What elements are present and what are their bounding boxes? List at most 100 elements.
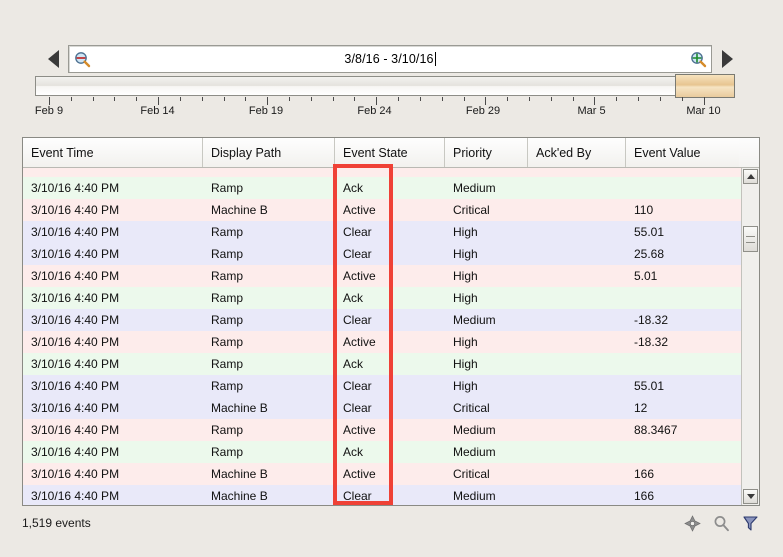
timeline-tick-minor <box>224 97 225 101</box>
table-row[interactable]: 3/10/16 4:40 PMRampClearMedium-18.32 <box>23 309 741 331</box>
search-icon[interactable] <box>711 513 731 533</box>
table-row[interactable]: 3/10/16 4:40 PMRampAckHigh <box>23 287 741 309</box>
zoom-out-button[interactable] <box>71 48 93 70</box>
timeline-tick-major <box>594 97 595 105</box>
cell-priority: Medium <box>445 181 528 195</box>
target-icon[interactable] <box>682 513 702 533</box>
event-table-body-wrapper: 3/10/16 4:40 PMRampAckMedium3/10/16 4:40… <box>23 168 759 505</box>
cell-path: Machine B <box>203 401 335 415</box>
table-row[interactable]: 3/10/16 4:40 PMMachine BActiveCritical16… <box>23 463 741 485</box>
date-range-input[interactable]: 3/8/16 - 3/10/16 <box>68 45 712 73</box>
scrollbar-grip-icon <box>746 236 755 243</box>
vertical-scrollbar[interactable] <box>741 168 759 505</box>
cell-value: 166 <box>626 467 739 481</box>
column-header-time[interactable]: Event Time <box>23 138 203 167</box>
timeline-tick-major <box>158 97 159 105</box>
timeline-tick-minor <box>420 97 421 101</box>
timeline-tick-label: Feb 24 <box>357 105 391 117</box>
cell-state: Clear <box>335 225 445 239</box>
scrollbar-thumb[interactable] <box>743 226 758 252</box>
cell-priority: Medium <box>445 423 528 437</box>
event-table-header: Event TimeDisplay PathEvent StatePriorit… <box>23 138 759 168</box>
cell-time: 3/10/16 4:40 PM <box>23 401 203 415</box>
timeline-tick-major <box>49 97 50 105</box>
timeline-tick-label: Feb 29 <box>466 105 500 117</box>
table-row[interactable]: 3/10/16 4:40 PMRampAckMedium <box>23 441 741 463</box>
timeline-tick-minor <box>682 97 683 101</box>
next-range-button[interactable] <box>719 44 735 74</box>
table-row[interactable]: 3/10/16 4:40 PMMachine BClearCritical12 <box>23 397 741 419</box>
cell-priority: High <box>445 335 528 349</box>
table-row[interactable]: 3/10/16 4:40 PMRampActiveHigh5.01 <box>23 265 741 287</box>
cell-state: Ack <box>335 357 445 371</box>
cell-time: 3/10/16 4:40 PM <box>23 269 203 283</box>
event-table-body[interactable]: 3/10/16 4:40 PMRampAckMedium3/10/16 4:40… <box>23 168 741 505</box>
zoom-in-icon <box>690 51 707 68</box>
timeline-ticks <box>35 97 735 105</box>
scroll-down-button[interactable] <box>743 489 758 504</box>
triangle-right-icon <box>722 50 733 68</box>
column-header-priority[interactable]: Priority <box>445 138 528 167</box>
cell-value: 55.01 <box>626 379 739 393</box>
column-header-path[interactable]: Display Path <box>203 138 335 167</box>
filter-funnel-icon[interactable] <box>740 513 760 533</box>
table-row-partial[interactable] <box>23 168 741 177</box>
timeline-tick-minor <box>202 97 203 101</box>
timeline-tick-minor <box>398 97 399 101</box>
cell-path: Ramp <box>203 445 335 459</box>
cell-state: Ack <box>335 445 445 459</box>
table-row[interactable]: 3/10/16 4:40 PMRampAckHigh <box>23 353 741 375</box>
cell-time: 3/10/16 4:40 PM <box>23 379 203 393</box>
column-header-value[interactable]: Event Value <box>626 138 739 167</box>
cell-time: 3/10/16 4:40 PM <box>23 335 203 349</box>
timeline-tick-minor <box>660 97 661 101</box>
timeline-tick-minor <box>551 97 552 101</box>
table-row[interactable]: 3/10/16 4:40 PMRampClearHigh25.68 <box>23 243 741 265</box>
table-row[interactable]: 3/10/16 4:40 PMRampClearHigh55.01 <box>23 221 741 243</box>
cell-value: 55.01 <box>626 225 739 239</box>
event-count-label: 1,519 events <box>22 516 91 530</box>
timeline-tick-minor <box>442 97 443 101</box>
timeline-tick-minor <box>311 97 312 101</box>
text-cursor <box>435 52 436 66</box>
cell-value: 25.68 <box>626 247 739 261</box>
table-row[interactable]: 3/10/16 4:40 PMRampClearHigh55.01 <box>23 375 741 397</box>
timeline-tick-minor <box>71 97 72 101</box>
cell-path: Ramp <box>203 357 335 371</box>
cell-path: Ramp <box>203 225 335 239</box>
zoom-in-button[interactable] <box>687 48 709 70</box>
date-range-navigator: 3/8/16 - 3/10/16 <box>45 44 735 74</box>
table-row[interactable]: 3/10/16 4:40 PMRampActiveMedium88.3467 <box>23 419 741 441</box>
cell-state: Clear <box>335 313 445 327</box>
table-row[interactable]: 3/10/16 4:40 PMRampActiveHigh-18.32 <box>23 331 741 353</box>
cell-priority: Medium <box>445 489 528 503</box>
triangle-down-icon <box>747 494 755 499</box>
cell-path: Ramp <box>203 269 335 283</box>
cell-state: Clear <box>335 401 445 415</box>
cell-priority: High <box>445 247 528 261</box>
timeline-selection-handle[interactable] <box>675 74 735 98</box>
timeline-track[interactable] <box>35 76 735 96</box>
prev-range-button[interactable] <box>45 44 61 74</box>
table-row[interactable]: 3/10/16 4:40 PMRampAckMedium <box>23 177 741 199</box>
cell-time: 3/10/16 4:40 PM <box>23 313 203 327</box>
timeline-slider[interactable]: Feb 9Feb 14Feb 19Feb 24Feb 29Mar 5Mar 10 <box>35 76 735 116</box>
cell-time: 3/10/16 4:40 PM <box>23 225 203 239</box>
date-range-text: 3/8/16 - 3/10/16 <box>344 52 433 66</box>
column-header-acked-by[interactable]: Ack'ed By <box>528 138 626 167</box>
timeline-tick-labels: Feb 9Feb 14Feb 19Feb 24Feb 29Mar 5Mar 10 <box>35 105 735 119</box>
column-header-state[interactable]: Event State <box>335 138 445 167</box>
cell-time: 3/10/16 4:40 PM <box>23 423 203 437</box>
scroll-up-button[interactable] <box>743 169 758 184</box>
cell-state: Active <box>335 423 445 437</box>
cell-path: Ramp <box>203 313 335 327</box>
cell-priority: High <box>445 291 528 305</box>
table-row[interactable]: 3/10/16 4:40 PMMachine BClearMedium166 <box>23 485 741 505</box>
timeline-tick-major <box>485 97 486 105</box>
cell-state: Active <box>335 269 445 283</box>
timeline-tick-minor <box>333 97 334 101</box>
timeline-tick-minor <box>638 97 639 101</box>
cell-state: Clear <box>335 489 445 503</box>
table-row[interactable]: 3/10/16 4:40 PMMachine BActiveCritical11… <box>23 199 741 221</box>
timeline-tick-major <box>267 97 268 105</box>
